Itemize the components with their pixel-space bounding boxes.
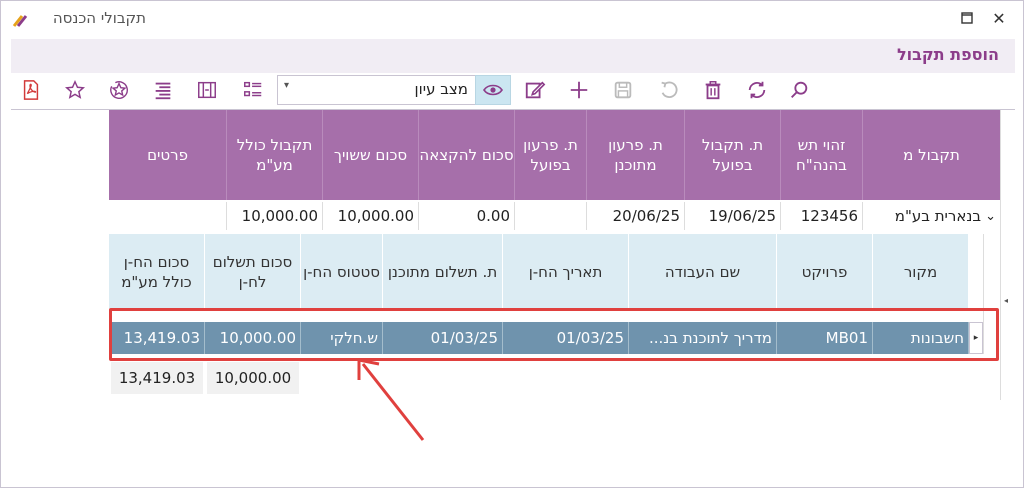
child-col-header-payment-amount[interactable]: סכום תשלום לח-ן bbox=[205, 234, 301, 310]
undo-icon bbox=[661, 81, 678, 98]
title-bar: ✕ תקבולי הכנסה bbox=[1, 1, 1023, 39]
child-col-header-job-name[interactable]: שם העבודה bbox=[629, 234, 777, 310]
col-header-received-from[interactable]: תקבול מ bbox=[863, 110, 1001, 200]
star-undo-icon bbox=[110, 81, 128, 99]
col-header-accounting-id[interactable]: זהוי תש בהנה"ח bbox=[781, 110, 863, 200]
edit-button[interactable] bbox=[521, 76, 549, 104]
child-col-header-project[interactable]: פרויקט bbox=[777, 234, 873, 310]
annotation-arrow bbox=[357, 358, 425, 441]
save-button[interactable] bbox=[609, 76, 637, 104]
highlight-box bbox=[109, 308, 999, 361]
structure-button[interactable] bbox=[239, 76, 267, 104]
child-col-header-planned-payment-date[interactable]: ת. תשלום מתוכנן bbox=[383, 234, 503, 310]
align-icon bbox=[155, 82, 171, 100]
cell-receipt-incl-vat[interactable]: 10,000.00 bbox=[227, 202, 323, 230]
view-mode-select[interactable]: ▾ מצב עיון bbox=[277, 75, 477, 105]
child-col-header-source[interactable]: מקור bbox=[873, 234, 969, 310]
undo-button[interactable] bbox=[655, 76, 683, 104]
parent-grid-expander[interactable]: ◂ bbox=[1000, 110, 1015, 400]
toolbar bbox=[11, 73, 1015, 109]
app-logo-icon bbox=[11, 11, 29, 29]
pdf-export-button[interactable] bbox=[17, 76, 45, 104]
search-button[interactable] bbox=[785, 76, 813, 104]
pdf-icon bbox=[23, 80, 39, 100]
cell-received-from[interactable]: ⌄ בנארית בע"מ bbox=[863, 202, 1001, 230]
cell-actual-receipt-date[interactable]: 19/06/25 bbox=[685, 202, 781, 230]
favorite-button[interactable] bbox=[61, 76, 89, 104]
save-icon bbox=[614, 81, 632, 99]
child-col-header-invoice-total[interactable]: סכום הח-ן כולל מע"מ bbox=[109, 234, 205, 310]
col-header-amount-to-allocate[interactable]: סכום להקצאה bbox=[419, 110, 515, 200]
refresh-button[interactable] bbox=[743, 76, 771, 104]
add-button[interactable] bbox=[565, 76, 593, 104]
close-button[interactable]: ✕ bbox=[989, 9, 1009, 29]
child-col-header-invoice-date[interactable]: תאריך הח-ן bbox=[503, 234, 629, 310]
chevron-down-icon[interactable]: ⌄ bbox=[985, 209, 996, 224]
section-title: הוספת תקבול bbox=[896, 45, 999, 64]
total-payment-amount: 10,000.00 bbox=[207, 362, 299, 394]
chevron-down-icon: ▾ bbox=[284, 80, 290, 91]
cell-planned-repayment-date[interactable]: 20/06/25 bbox=[587, 202, 685, 230]
cell-details[interactable] bbox=[109, 202, 227, 230]
maximize-icon bbox=[961, 12, 973, 24]
refresh-icon bbox=[748, 81, 766, 99]
list-tree-icon bbox=[244, 81, 262, 97]
columns-icon bbox=[198, 81, 216, 99]
maximize-button[interactable] bbox=[957, 9, 977, 29]
col-header-receipt-incl-vat[interactable]: תקבול כולל מע"מ bbox=[227, 110, 323, 200]
star-icon bbox=[64, 79, 86, 99]
trash-icon bbox=[705, 81, 721, 100]
eye-icon bbox=[483, 84, 503, 96]
section-header: הוספת תקבול bbox=[11, 39, 1015, 73]
col-header-amount-assigned[interactable]: סכום ששויך bbox=[323, 110, 419, 200]
cell-accounting-id[interactable]: 123456 bbox=[781, 202, 863, 230]
child-col-header-invoice-status[interactable]: סטטוס הח-ן bbox=[301, 234, 383, 310]
grid-area: תקבול מ זהוי תש בהנה"ח ת. תקבול בפועל ת.… bbox=[11, 109, 1015, 487]
caret-left-icon: ◂ bbox=[1004, 296, 1009, 305]
cell-amount-to-allocate[interactable]: 0.00 bbox=[419, 202, 515, 230]
view-mode-button[interactable] bbox=[475, 75, 511, 105]
total-invoice-incl-vat: 13,419.03 bbox=[111, 362, 203, 394]
receipts-window: ✕ תקבולי הכנסה הוספת תקבול ▾ מצב עיון תק… bbox=[0, 0, 1024, 488]
col-header-actual-repayment-date[interactable]: ת. פרעון בפועל bbox=[515, 110, 587, 200]
reset-view-button[interactable] bbox=[105, 76, 133, 104]
view-mode-value: מצב עיון bbox=[414, 80, 468, 98]
col-header-details[interactable]: פרטים bbox=[109, 110, 227, 200]
col-header-actual-receipt-date[interactable]: ת. תקבול בפועל bbox=[685, 110, 781, 200]
plus-icon bbox=[570, 81, 588, 99]
search-icon bbox=[791, 81, 808, 98]
align-button[interactable] bbox=[149, 76, 177, 104]
cell-actual-repayment-date[interactable] bbox=[515, 202, 587, 230]
cell-amount-assigned[interactable]: 10,000.00 bbox=[323, 202, 419, 230]
edit-icon bbox=[525, 81, 546, 99]
columns-button[interactable] bbox=[193, 76, 221, 104]
col-header-planned-repayment-date[interactable]: ת. פרעון מתוכנן bbox=[587, 110, 685, 200]
delete-button[interactable] bbox=[699, 76, 727, 104]
received-from-value: בנארית בע"מ bbox=[894, 207, 982, 225]
window-title: תקבולי הכנסה bbox=[52, 9, 146, 27]
